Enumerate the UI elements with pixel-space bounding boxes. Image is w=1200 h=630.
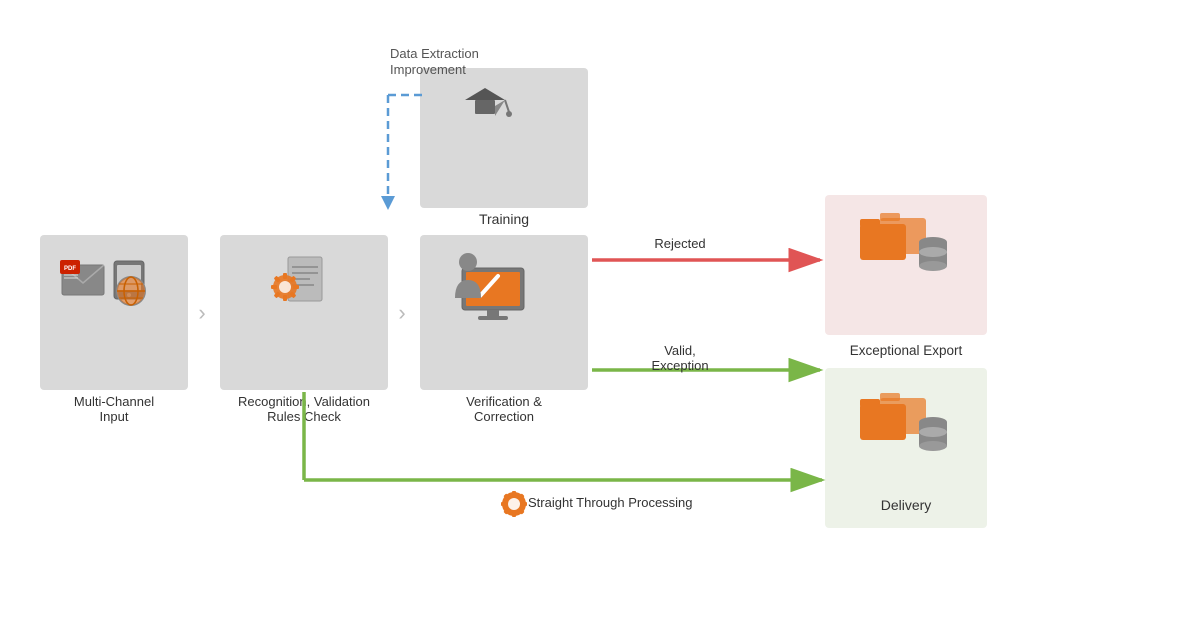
exceptional-label: Exceptional Export [850,343,963,358]
stp-label: Straight Through Processing [528,495,693,510]
valid-exception-label: Valid, [664,343,696,358]
exceptional-box [825,195,987,335]
arrow-2: › [398,300,405,325]
input-box [40,235,188,390]
training-label: Training [479,211,529,227]
data-extraction-label: Data Extraction [390,46,479,61]
rejected-label: Rejected [654,236,705,251]
svg-text:Correction: Correction [474,409,534,424]
svg-text:Exception: Exception [651,358,708,373]
arrow-1: › [198,300,205,325]
verification-box [420,235,588,390]
svg-text:PDF: PDF [64,266,76,272]
delivery-label: Delivery [881,497,932,513]
svg-text:Input: Input [100,409,129,424]
training-box [420,68,588,208]
diagram: PDF Multi-Channel Input › [0,0,1200,630]
input-label: Multi-Channel [74,394,154,409]
svg-text:Improvement: Improvement [390,62,466,77]
dashed-arrow-head [381,196,395,210]
verification-label: Verification & [466,394,542,409]
